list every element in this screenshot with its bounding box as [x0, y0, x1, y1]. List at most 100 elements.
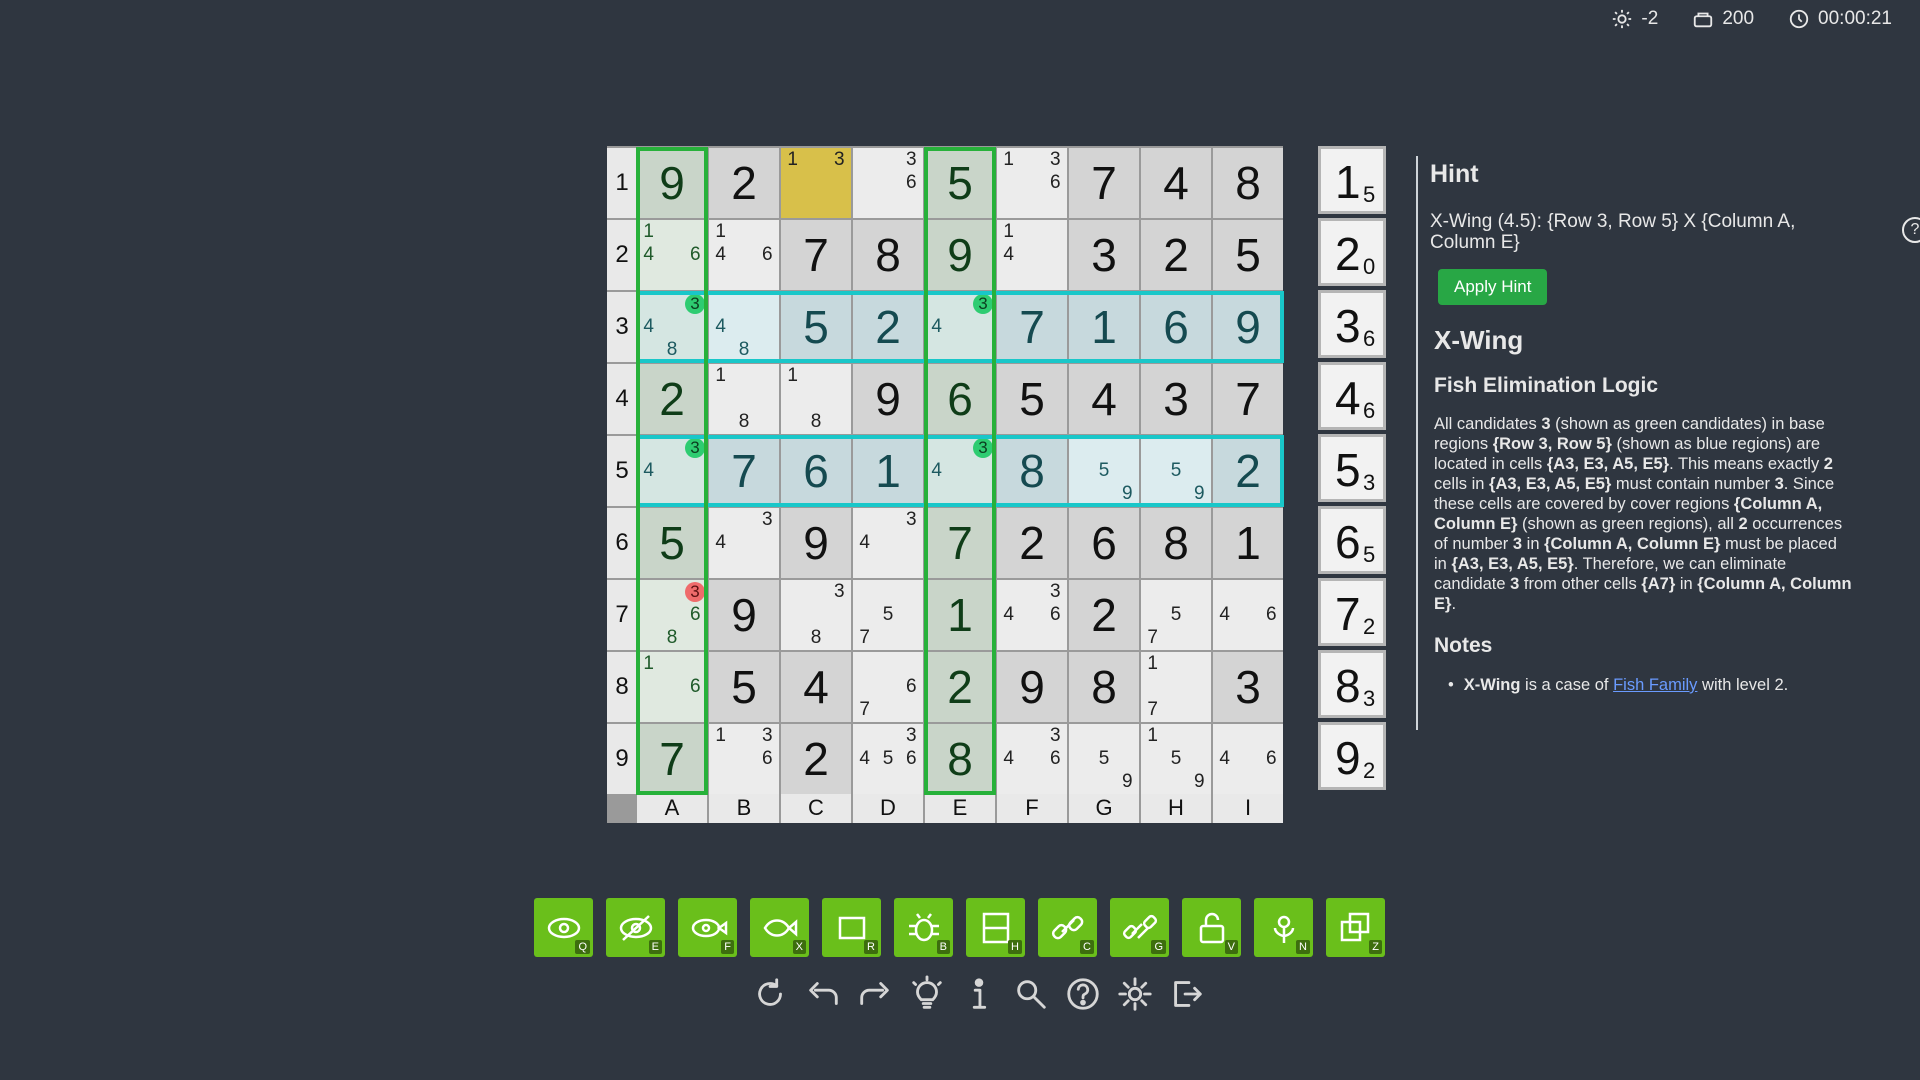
- cell-g5[interactable]: 59: [1069, 436, 1139, 506]
- cell-d4[interactable]: 9: [853, 364, 923, 434]
- cell-c3[interactable]: 5: [781, 292, 851, 362]
- cell-i8[interactable]: 3: [1213, 652, 1283, 722]
- restart-button[interactable]: [750, 972, 792, 1016]
- cell-i1[interactable]: 8: [1213, 148, 1283, 218]
- digit-count-9[interactable]: 92: [1318, 722, 1386, 790]
- cell-c8[interactable]: 4: [781, 652, 851, 722]
- cell-f4[interactable]: 5: [997, 364, 1067, 434]
- cell-h2[interactable]: 2: [1141, 220, 1211, 290]
- cell-g4[interactable]: 4: [1069, 364, 1139, 434]
- digit-count-1[interactable]: 15: [1318, 146, 1386, 214]
- digit-count-8[interactable]: 83: [1318, 650, 1386, 718]
- cell-d6[interactable]: 34: [853, 508, 923, 578]
- cell-b1[interactable]: 2: [709, 148, 779, 218]
- cell-i4[interactable]: 7: [1213, 364, 1283, 434]
- cell-d9[interactable]: 3 456: [853, 724, 923, 794]
- cell-d7[interactable]: 57: [853, 580, 923, 650]
- cell-a7[interactable]: 368: [637, 580, 707, 650]
- undo-button[interactable]: [802, 972, 844, 1016]
- info-button[interactable]: [958, 972, 1000, 1016]
- cell-h4[interactable]: 3: [1141, 364, 1211, 434]
- cell-a4[interactable]: 2: [637, 364, 707, 434]
- tool-fish-button[interactable]: X: [750, 898, 809, 957]
- cell-h3[interactable]: 6: [1141, 292, 1211, 362]
- cell-a5[interactable]: 34: [637, 436, 707, 506]
- digit-count-5[interactable]: 53: [1318, 434, 1386, 502]
- cell-f1[interactable]: 1 36: [997, 148, 1067, 218]
- cell-e3[interactable]: 34: [925, 292, 995, 362]
- cell-h9[interactable]: 159: [1141, 724, 1211, 794]
- cell-g6[interactable]: 6: [1069, 508, 1139, 578]
- tool-bug-button[interactable]: B: [894, 898, 953, 957]
- cell-h7[interactable]: 57: [1141, 580, 1211, 650]
- cell-f6[interactable]: 2: [997, 508, 1067, 578]
- cell-i3[interactable]: 9: [1213, 292, 1283, 362]
- search-button[interactable]: [1010, 972, 1052, 1016]
- cell-b8[interactable]: 5: [709, 652, 779, 722]
- cell-d8[interactable]: 67: [853, 652, 923, 722]
- cell-f5[interactable]: 8: [997, 436, 1067, 506]
- cell-h6[interactable]: 8: [1141, 508, 1211, 578]
- cell-i7[interactable]: 46: [1213, 580, 1283, 650]
- cell-c5[interactable]: 6: [781, 436, 851, 506]
- digit-count-3[interactable]: 36: [1318, 290, 1386, 358]
- cell-b5[interactable]: 7: [709, 436, 779, 506]
- cell-b4[interactable]: 18: [709, 364, 779, 434]
- cell-i6[interactable]: 1: [1213, 508, 1283, 578]
- cell-b6[interactable]: 34: [709, 508, 779, 578]
- cell-f9[interactable]: 3 4 6: [997, 724, 1067, 794]
- cell-h8[interactable]: 17: [1141, 652, 1211, 722]
- cell-e5[interactable]: 34: [925, 436, 995, 506]
- cell-a3[interactable]: 3 48: [637, 292, 707, 362]
- lightbulb-button[interactable]: [906, 972, 948, 1016]
- cell-a6[interactable]: 5: [637, 508, 707, 578]
- cell-e9[interactable]: 8: [925, 724, 995, 794]
- cell-c2[interactable]: 7: [781, 220, 851, 290]
- cell-b9[interactable]: 1 36: [709, 724, 779, 794]
- cell-g1[interactable]: 7: [1069, 148, 1139, 218]
- cell-b2[interactable]: 14 6: [709, 220, 779, 290]
- tool-house-button[interactable]: H: [966, 898, 1025, 957]
- digit-count-6[interactable]: 65: [1318, 506, 1386, 574]
- cell-e8[interactable]: 2: [925, 652, 995, 722]
- tool-eye-off-button[interactable]: E: [606, 898, 665, 957]
- cell-i5[interactable]: 2: [1213, 436, 1283, 506]
- cell-f2[interactable]: 14: [997, 220, 1067, 290]
- digit-count-7[interactable]: 72: [1318, 578, 1386, 646]
- tool-eye-button[interactable]: Q: [534, 898, 593, 957]
- cell-c6[interactable]: 9: [781, 508, 851, 578]
- cell-e2[interactable]: 9: [925, 220, 995, 290]
- cell-d2[interactable]: 8: [853, 220, 923, 290]
- cell-e1[interactable]: 5: [925, 148, 995, 218]
- cell-c4[interactable]: 18: [781, 364, 851, 434]
- cell-e6[interactable]: 7: [925, 508, 995, 578]
- cell-a8[interactable]: 16: [637, 652, 707, 722]
- cell-b7[interactable]: 9: [709, 580, 779, 650]
- cell-a1[interactable]: 9: [637, 148, 707, 218]
- cell-e7[interactable]: 1: [925, 580, 995, 650]
- cell-a9[interactable]: 7: [637, 724, 707, 794]
- tool-unlock-button[interactable]: V: [1182, 898, 1241, 957]
- cell-d1[interactable]: 36: [853, 148, 923, 218]
- tool-eye-fish-button[interactable]: F: [678, 898, 737, 957]
- cell-i2[interactable]: 5: [1213, 220, 1283, 290]
- exit-button[interactable]: [1166, 972, 1208, 1016]
- digit-count-2[interactable]: 20: [1318, 218, 1386, 286]
- cell-e4[interactable]: 6: [925, 364, 995, 434]
- fish-family-link[interactable]: Fish Family: [1613, 676, 1697, 694]
- gear-button[interactable]: [1114, 972, 1156, 1016]
- cell-i9[interactable]: 46: [1213, 724, 1283, 794]
- cell-d3[interactable]: 2: [853, 292, 923, 362]
- cell-f7[interactable]: 3 4 6: [997, 580, 1067, 650]
- cell-g8[interactable]: 8: [1069, 652, 1139, 722]
- cell-h1[interactable]: 4: [1141, 148, 1211, 218]
- tool-rectangle-button[interactable]: R: [822, 898, 881, 957]
- cell-f3[interactable]: 7: [997, 292, 1067, 362]
- cell-g2[interactable]: 3: [1069, 220, 1139, 290]
- cell-g9[interactable]: 59: [1069, 724, 1139, 794]
- redo-button[interactable]: [854, 972, 896, 1016]
- tool-chain-group-button[interactable]: G: [1110, 898, 1169, 957]
- digit-count-4[interactable]: 46: [1318, 362, 1386, 430]
- cell-c1[interactable]: 13: [781, 148, 851, 218]
- cell-d5[interactable]: 1: [853, 436, 923, 506]
